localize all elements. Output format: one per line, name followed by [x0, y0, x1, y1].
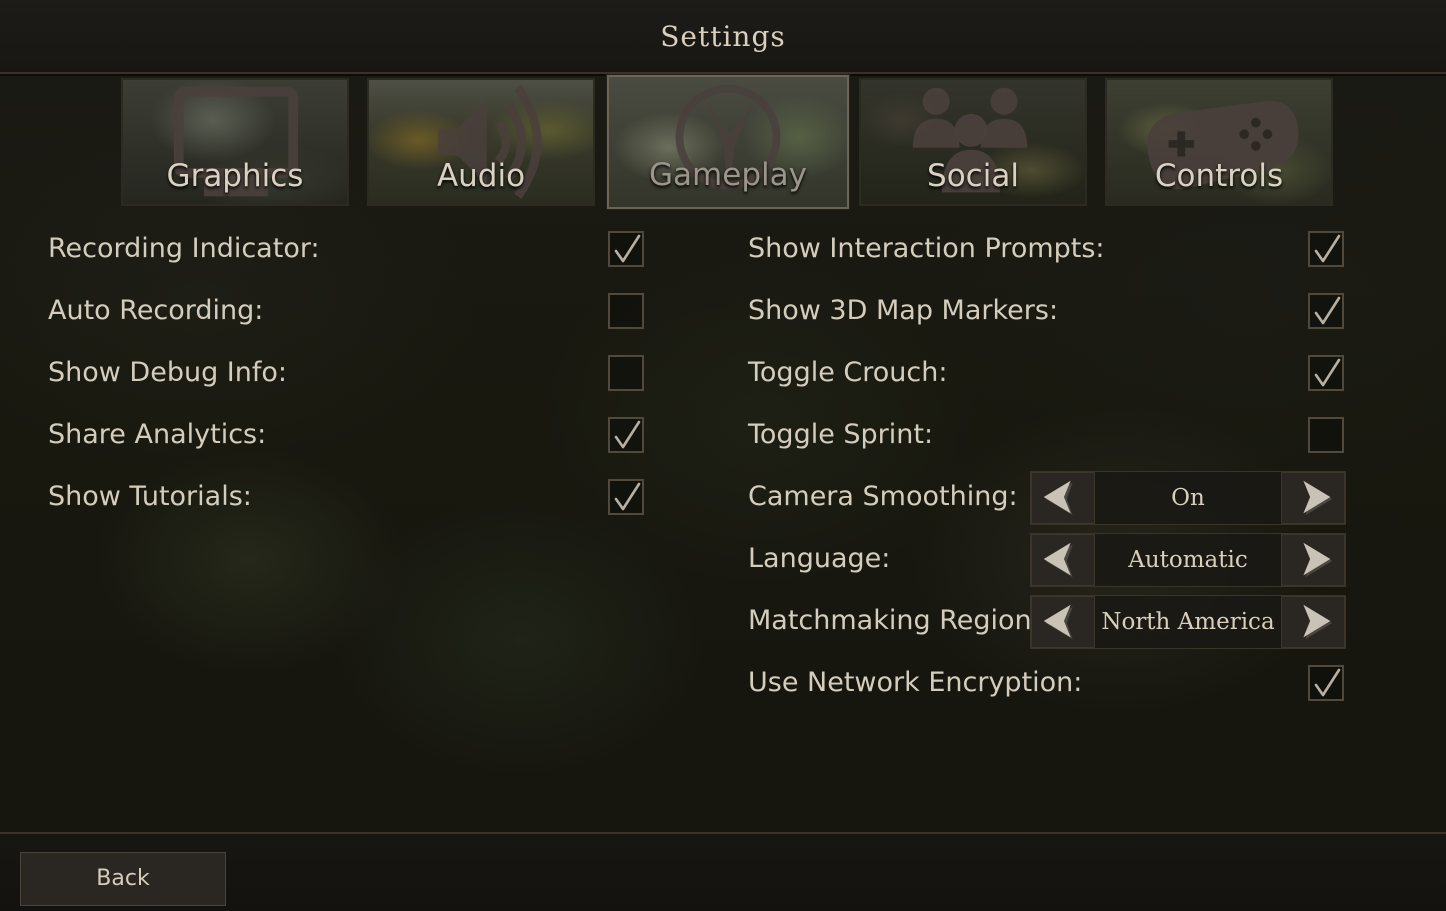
show-debug-info-label: Show Debug Info: [48, 357, 288, 388]
back-button[interactable]: Back [20, 852, 226, 906]
camera-smoothing-prev-button[interactable] [1031, 472, 1095, 524]
recording-indicator-label: Recording Indicator: [48, 233, 320, 264]
page-title: Settings [660, 20, 786, 53]
language-prev-button[interactable] [1031, 534, 1095, 586]
checkmark-icon [614, 234, 641, 263]
arrow-right-icon [1303, 542, 1333, 578]
show-tutorials-label: Show Tutorials: [48, 481, 252, 512]
checkmark-icon [614, 420, 641, 449]
matchmaking-region-next-button[interactable] [1281, 596, 1345, 648]
arrow-left-icon [1043, 604, 1073, 640]
show-3d-map-markers-label: Show 3D Map Markers: [748, 295, 1059, 326]
arrow-left-icon [1043, 542, 1073, 578]
checkmark-icon [1314, 358, 1341, 387]
show-3d-map-markers-checkbox[interactable] [1308, 293, 1344, 329]
show-tutorials-checkbox[interactable] [608, 479, 644, 515]
camera-smoothing-value: On [1171, 485, 1205, 511]
use-network-encryption-checkbox[interactable] [1308, 665, 1344, 701]
language-selector: Automatic [1030, 533, 1346, 587]
tab-label: Social [927, 158, 1019, 194]
camera-smoothing-label: Camera Smoothing: [748, 481, 1018, 512]
tab-gameplay[interactable]: Gameplay [607, 75, 849, 209]
checkmark-icon [1314, 668, 1341, 697]
settings-screen: Settings Graphics Audio Gameplay Social … [0, 0, 1446, 911]
auto-recording-label: Auto Recording: [48, 295, 264, 326]
tab-label: Gameplay [649, 157, 807, 193]
recording-indicator-checkbox[interactable] [608, 231, 644, 267]
matchmaking-region-selector: North America [1030, 595, 1346, 649]
language-value: Automatic [1128, 547, 1248, 573]
toggle-crouch-checkbox[interactable] [1308, 355, 1344, 391]
matchmaking-region-prev-button[interactable] [1031, 596, 1095, 648]
show-interaction-prompts-label: Show Interaction Prompts: [748, 233, 1105, 264]
arrow-left-icon [1043, 480, 1073, 516]
tab-label: Audio [436, 158, 526, 194]
checkmark-icon [1314, 234, 1341, 263]
tab-controls[interactable]: Controls [1105, 78, 1333, 206]
tab-graphics[interactable]: Graphics [121, 78, 349, 206]
checkmark-icon [1314, 296, 1341, 325]
share-analytics-label: Share Analytics: [48, 419, 267, 450]
arrow-right-icon [1303, 604, 1333, 640]
toggle-crouch-label: Toggle Crouch: [748, 357, 948, 388]
auto-recording-checkbox[interactable] [608, 293, 644, 329]
show-debug-info-checkbox[interactable] [608, 355, 644, 391]
tab-label: Graphics [166, 158, 304, 194]
checkmark-icon [614, 482, 641, 511]
tab-social[interactable]: Social [859, 78, 1087, 206]
matchmaking-region-label: Matchmaking Region: [748, 605, 1041, 636]
tab-audio[interactable]: Audio [367, 78, 595, 206]
arrow-right-icon [1303, 480, 1333, 516]
matchmaking-region-value: North America [1101, 609, 1275, 635]
toggle-sprint-checkbox[interactable] [1308, 417, 1344, 453]
use-network-encryption-label: Use Network Encryption: [748, 667, 1083, 698]
tab-label: Controls [1154, 158, 1284, 194]
title-bar: Settings [0, 0, 1446, 74]
show-interaction-prompts-checkbox[interactable] [1308, 231, 1344, 267]
language-next-button[interactable] [1281, 534, 1345, 586]
language-label: Language: [748, 543, 891, 574]
camera-smoothing-selector: On [1030, 471, 1346, 525]
toggle-sprint-label: Toggle Sprint: [748, 419, 934, 450]
tab-bar: Graphics Audio Gameplay Social Controls [0, 75, 1446, 212]
share-analytics-checkbox[interactable] [608, 417, 644, 453]
camera-smoothing-next-button[interactable] [1281, 472, 1345, 524]
